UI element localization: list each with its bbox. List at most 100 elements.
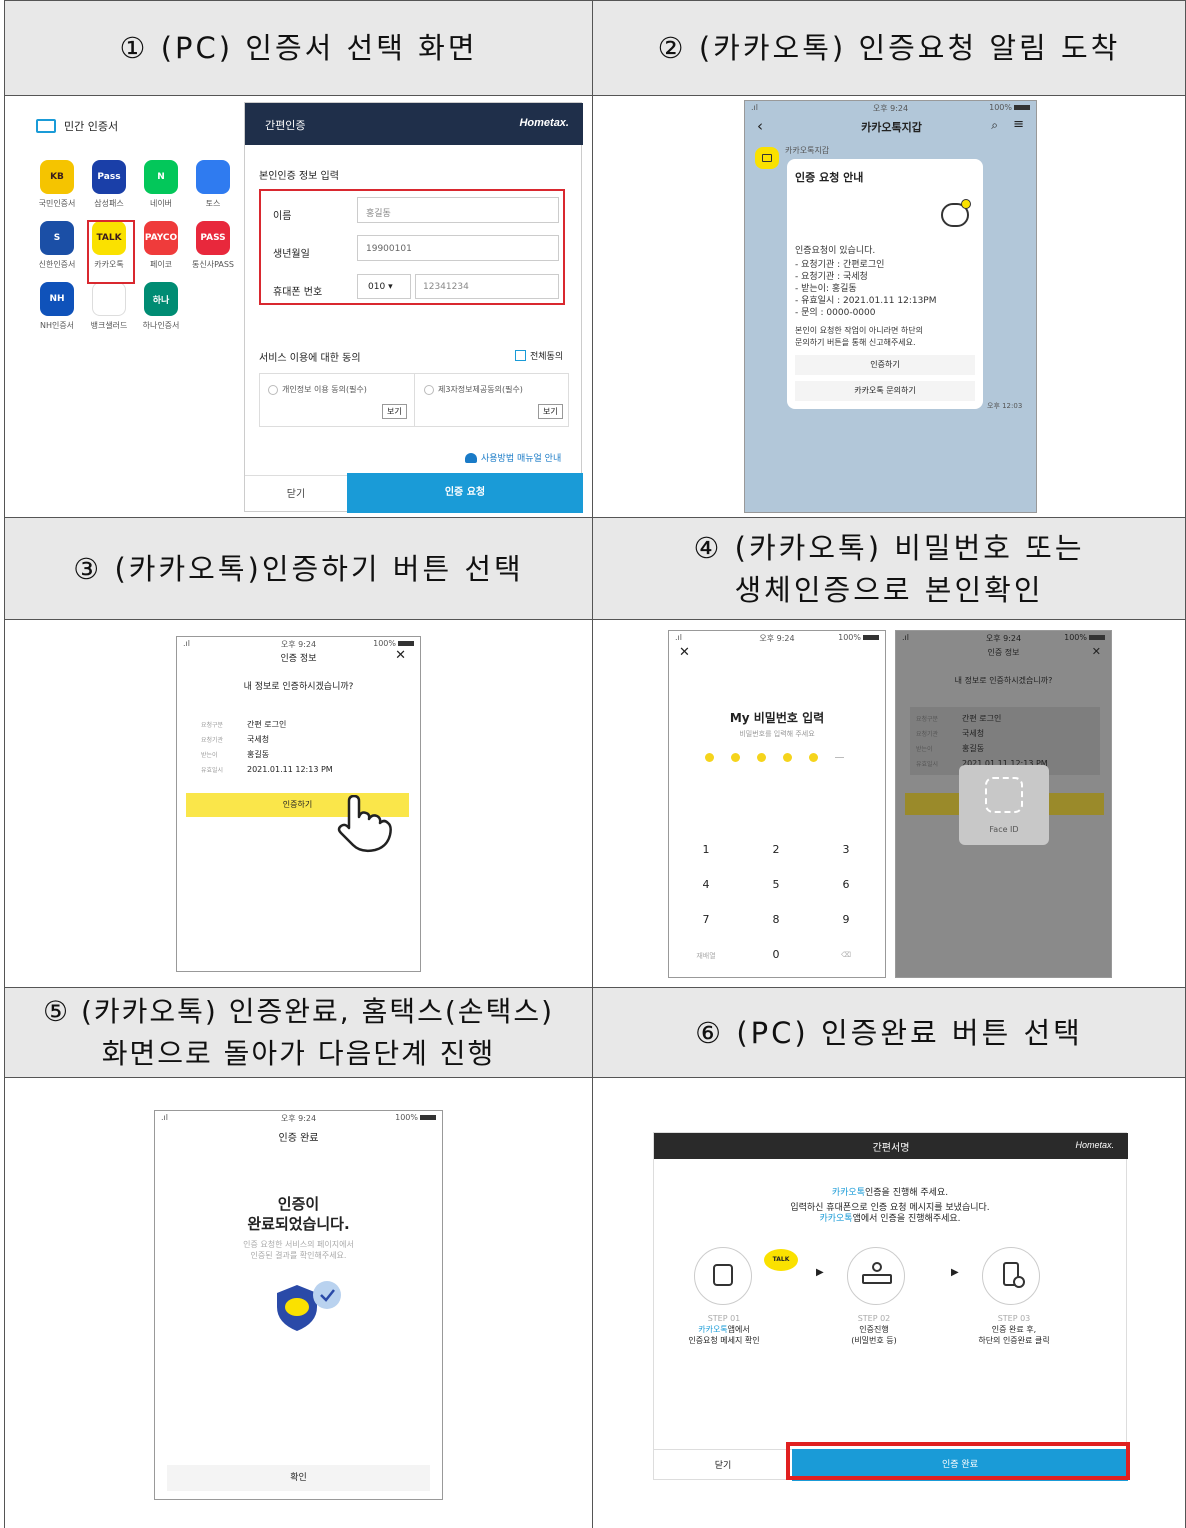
password-title: My 비밀번호 입력 [729,711,825,725]
name-field[interactable]: 홍길동 [357,197,559,223]
detail-value: 국세청 [962,729,985,738]
cert-app-item[interactable]: PAYCO 페이코 [136,221,186,270]
detail-line: - 요청기관 : 국세청 [795,272,868,282]
keypad-key[interactable]: 4 [691,878,721,891]
cert-app-item[interactable]: 하나 하나인증서 [136,282,186,331]
keypad-key[interactable]: 3 [831,843,861,856]
detail-key: 요청기관 [916,731,939,738]
search-icon[interactable]: ⌕ [991,118,998,133]
detail-row: 요청구분 간편 로그인 [201,717,401,732]
authenticate-button[interactable]: 인증하기 [795,355,975,375]
keypad-key[interactable]: 재배열 [691,951,721,961]
auth-dialog: 간편인증 Hometax. 본인인증 정보 입력 이름 홍길동 생년월일 199… [244,102,583,513]
detail-key: 요청기관 [201,737,224,744]
pin-dots [705,753,844,762]
cert-app-icon: S [40,221,74,255]
close-button[interactable]: 닫기 [245,475,347,513]
keypad-key[interactable]: 8 [761,913,791,926]
sender-avatar [755,147,779,169]
keypad-key[interactable]: ⌫ [831,951,861,959]
step-kakao-text: 카카오톡 [698,1325,728,1334]
screen-title: 인증 정보 [987,648,1020,657]
cert-app-item[interactable]: 뱅크샐러드 [84,282,134,331]
cert-app-label: 통신사PASS [191,260,235,269]
detail-key: 받는이 [916,746,933,753]
keypad-key[interactable]: 5 [761,878,791,891]
phone-field[interactable]: 12341234 [415,274,559,299]
header-step6: ⑥ (PC) 인증완료 버튼 선택 [593,988,1185,1077]
kakao-link-1: 카카오톡 [831,1188,865,1198]
auth-question: 내 정보로 인증하시겠습니까? [954,676,1053,685]
auth-complete-phone: .ıl 오후 9:24 100% 인증 완료 인증이 완료되었습니다. 인증 요청한… [154,1110,443,1500]
confirm-button[interactable]: 확인 [167,1465,430,1491]
kakao-inquiry-button[interactable]: 카카오톡 문의하기 [795,381,975,401]
kakao-link-2: 카카오톡 [819,1214,853,1224]
detail-key: 받는이 [201,752,218,759]
cert-app-label: 신한인증서 [38,260,76,269]
keypad-key[interactable]: 7 [691,913,721,926]
detail-value: 홍길동 [247,750,270,759]
keypad-key[interactable]: 9 [831,913,861,926]
keypad-key[interactable]: 2 [761,843,791,856]
detail-key: 유효일시 [916,761,939,768]
cert-app-item[interactable]: KB 국민인증서 [32,160,82,209]
complete-title-2: 완료되었습니다. [247,1215,350,1233]
keypad-key[interactable]: 1 [691,843,721,856]
cert-app-label: 하나인증서 [142,321,180,330]
cert-app-label: 토스 [205,199,221,208]
consent-thirdparty-radio[interactable]: 제3자정보제공동의(필수) [424,384,523,395]
consent1-view-button[interactable]: 보기 [382,404,407,419]
shield-check-icon [277,1281,341,1331]
password-phone: .ıl 오후 9:24 100% ✕ My 비밀번호 입력 비밀번호를 입력해 주세… [668,630,886,978]
battery-icon [863,635,879,640]
cert-app-item[interactable]: S 신한인증서 [32,221,82,270]
sender-name: 카카오톡지갑 [785,146,830,155]
close-icon[interactable]: ✕ [395,648,406,663]
phone-prefix-select[interactable]: 010 ▾ [357,274,411,299]
keypad-key[interactable]: 0 [761,948,791,961]
step-line2: 하단의 인증완료 클릭 [978,1336,1050,1345]
keypad-key[interactable]: 6 [831,878,861,891]
header-step1: ① (PC) 인증서 선택 화면 [5,1,592,95]
cert-app-item[interactable]: N 네이버 [136,160,186,209]
step-text: 인증 완료 후, [991,1325,1037,1334]
close-button[interactable]: 닫기 [654,1451,792,1481]
step-line1: 인증진행 [804,1324,944,1335]
header-step4: ④ (카카오톡) 비밀번호 또는 생체인증으로 본인확인 [593,518,1185,619]
screen-title: 인증 완료 [278,1133,319,1144]
cert-app-label: 뱅크샐러드 [90,321,128,330]
step1-icon [694,1247,752,1305]
close-icon[interactable]: ✕ [679,645,690,660]
cert-app-grid: KB 국민인증서 Pass 삼성패스 N 네이버 토스 S 신한인증서 TALK 카카오톡 PAYCO… [32,160,242,331]
consent2-view-button[interactable]: 보기 [538,404,563,419]
manual-link[interactable]: 사용방법 매뉴얼 안내 [465,451,561,464]
detail-value: 간편 로그인 [247,720,287,729]
detail-row: 요청기관 국세청 [916,726,1094,741]
consent-title: 서비스 이용에 대한 동의 [259,353,361,364]
close-icon[interactable]: ✕ [1092,645,1101,658]
cert-app-item[interactable]: Pass 삼성패스 [84,160,134,209]
cert-app-label: NH인증서 [39,321,75,330]
cert-app-icon: NH [40,282,74,316]
cert-app-item[interactable]: PASS 통신사PASS [188,221,238,270]
menu-icon[interactable]: ≡ [1013,117,1024,132]
auth-request-button[interactable]: 인증 요청 [347,473,583,513]
dialog-title: 간편인증 [265,119,306,132]
detail-row: 요청기관 국세청 [201,732,401,747]
consent-personal-radio[interactable]: 개인정보 이용 동의(필수) [268,384,367,395]
consent-all-checkbox[interactable]: 전체동의 [515,349,563,362]
cert-app-item[interactable]: NH NH인증서 [32,282,82,331]
step2-icon [847,1247,905,1305]
simple-sign-dialog: 간편서명 Hometax. 카카오톡인증을 진행해 주세요. 입력하신 휴대폰으… [653,1132,1128,1481]
user-icon [465,452,477,463]
arrow-right-icon: ▶ [951,1267,959,1278]
cert-app-item[interactable]: 토스 [188,160,238,209]
dialog-title: 간편서명 [872,1143,910,1154]
detail-row: 요청구분 간편 로그인 [916,711,1094,726]
info-form-box: 이름 홍길동 생년월일 19900101 휴대폰 번호 010 ▾ 123412… [259,189,565,305]
birth-field[interactable]: 19900101 [357,235,559,261]
instruction-line3: 앱에서 인증을 진행해주세요. [852,1214,961,1224]
detail-line: - 문의 : 0000-0000 [795,308,876,318]
header-step2: ② (카카오톡) 인증요청 알림 도착 [593,1,1185,95]
request-details: - 요청기관 : 간편로그인 - 요청기관 : 국세청 - 받는이: 홍길동 - 유효… [795,259,937,319]
